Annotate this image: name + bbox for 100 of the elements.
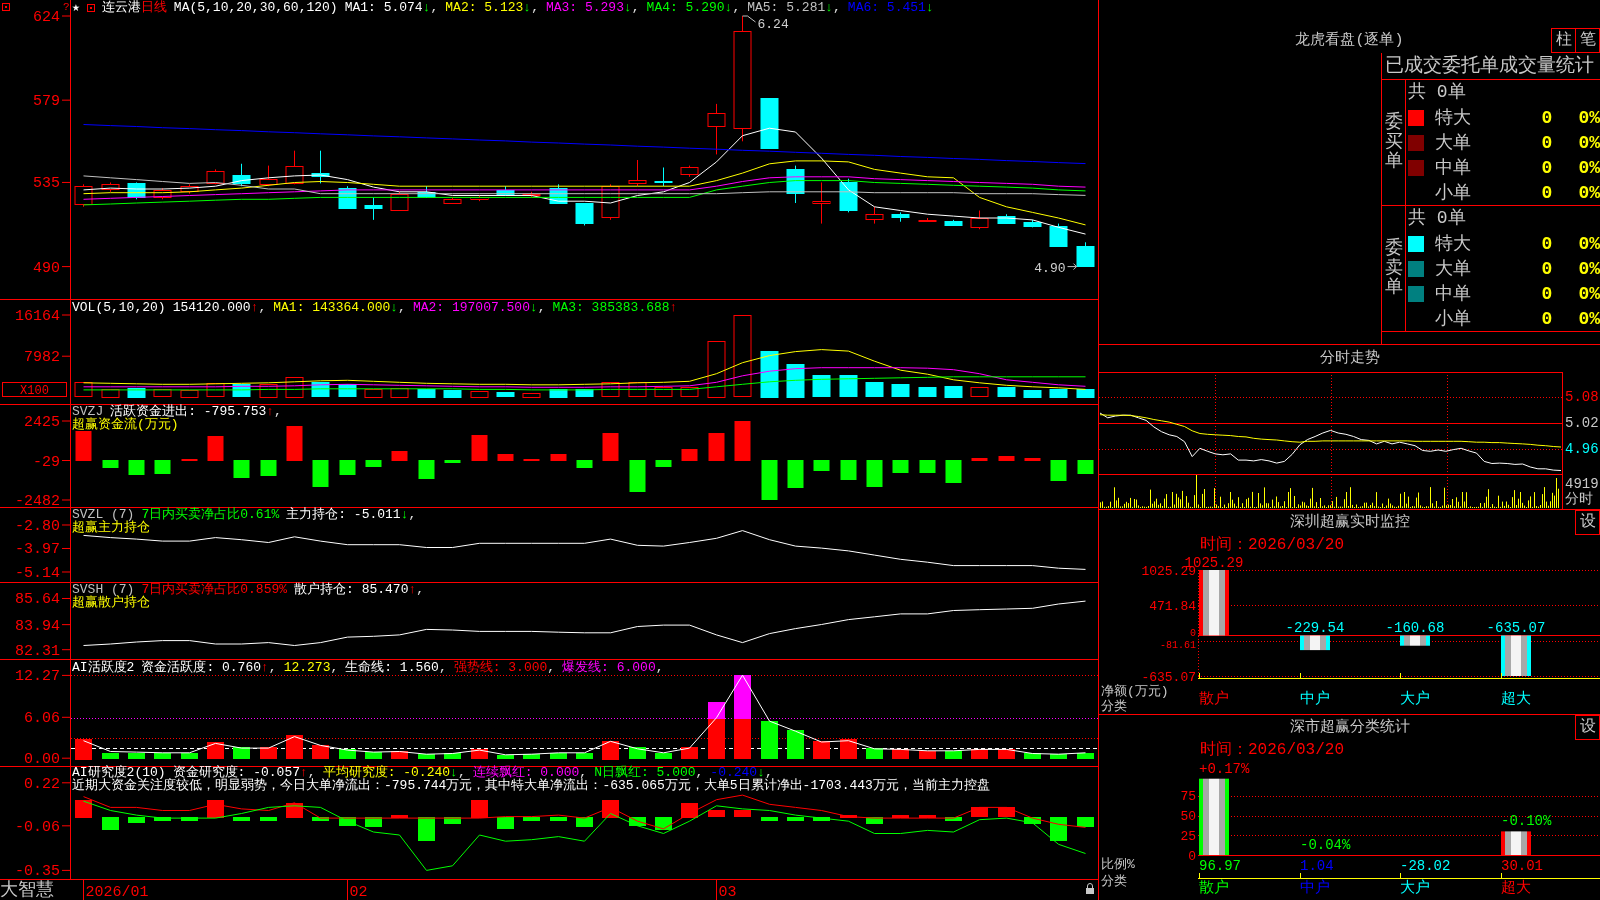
activity-bar: [945, 751, 962, 759]
y-tick-label: 50: [1180, 809, 1196, 825]
volume-bar: [1049, 389, 1068, 398]
candlestick: [891, 211, 910, 223]
order-count: 0: [1540, 181, 1554, 204]
y-tick-label: 5.02: [1565, 415, 1599, 431]
panel-title: 分时走势: [1319, 349, 1380, 368]
research-bar: [998, 807, 1015, 817]
legend-item: 生命线: 1.560,: [345, 660, 447, 676]
fund-flow-bar: [418, 460, 435, 479]
fund-flow-bar: [365, 460, 382, 467]
volume-bar: [496, 392, 515, 397]
candlestick: [470, 195, 489, 202]
fund-flow-bar: [444, 460, 461, 463]
view-button[interactable]: 柱: [1551, 28, 1576, 53]
volume-bar: [918, 387, 937, 397]
settings-button[interactable]: 设: [1575, 510, 1600, 535]
y-tick-label: 12.27: [15, 668, 60, 686]
low-price-callout: 4.90: [1034, 260, 1077, 276]
chart-bar: [1501, 635, 1531, 676]
y-tick-label: 6.06: [24, 710, 60, 728]
volume-bar: [443, 390, 462, 398]
legend-item: MA6: 5.451↓: [847, 0, 934, 16]
candlestick: [760, 97, 779, 150]
activity-bar: [1077, 753, 1094, 759]
order-percent: 0%: [1577, 181, 1600, 204]
fund-flow-bar: [497, 454, 514, 461]
value-label: -28.02: [1400, 858, 1451, 874]
fund-flow-bar: [1077, 460, 1094, 474]
settings-button[interactable]: 设: [1575, 715, 1600, 740]
legend-item: 资金活跃度: 0.760↑,: [141, 660, 277, 676]
order-count: 0: [1540, 307, 1554, 330]
date-label: 2026/01: [85, 884, 149, 900]
legend-item: AI活跃度2: [72, 660, 135, 676]
volume-bar: [470, 391, 489, 398]
change-label: +0.17%: [1199, 760, 1250, 777]
category-label: 大户: [1400, 881, 1430, 897]
candlestick: [153, 187, 172, 200]
legend-item: 12.273,: [283, 660, 339, 676]
activity-bar: [787, 730, 804, 759]
candlestick: [944, 219, 963, 226]
chart-bar: [1400, 635, 1430, 646]
candlestick: [918, 217, 937, 223]
volume-bar: [549, 389, 568, 398]
volume-bar: [601, 382, 620, 397]
candlestick: [101, 181, 120, 193]
order-size-label: 特大: [1435, 232, 1472, 255]
volume-bar: [970, 387, 989, 397]
research-bar: [576, 817, 593, 827]
order-size-label: 中单: [1435, 282, 1472, 305]
activity-bar: [892, 749, 909, 759]
volume-bar: [101, 389, 120, 398]
activity-bar: [75, 739, 92, 760]
legend-item: 活跃资金进出: -795.753↑,: [110, 405, 282, 418]
view-button[interactable]: 笔: [1576, 28, 1600, 53]
legend-item: 散户持仓: 85.470↑,: [294, 583, 425, 596]
fund-flow-bar: [312, 460, 329, 487]
order-size-label: 大单: [1435, 131, 1472, 154]
research-bar: [365, 817, 382, 827]
volume-bar: [628, 382, 647, 397]
activity-bar: [471, 749, 488, 759]
research-bar: [207, 800, 224, 818]
candlestick: [364, 196, 383, 221]
category-label: 中户: [1300, 881, 1330, 897]
activity-bar: [681, 747, 698, 759]
y-tick-label: 25: [1180, 828, 1196, 844]
volume-bar: [1076, 389, 1095, 398]
volume-bar: [285, 377, 304, 398]
research-bar: [154, 817, 171, 821]
candlestick: [311, 150, 330, 184]
fund-flow-bar: [576, 460, 593, 468]
fund-flow-bar: [1050, 460, 1067, 481]
y-tick-label: 535: [33, 175, 60, 193]
star-symbol: ★: [72, 0, 80, 16]
activity-bar: [813, 741, 830, 759]
fund-flow-bar: [154, 460, 171, 474]
activity-bar: [497, 755, 514, 759]
legend-item: SVSH (7): [72, 583, 135, 596]
indicator-subtitle: 超赢资金流(万元): [72, 417, 179, 432]
fund-flow-bar: [681, 449, 698, 461]
legend-item: MA1: 5.074↓,: [344, 0, 439, 16]
candlestick: [522, 191, 541, 198]
activity-bar: [260, 747, 277, 759]
volume-label: 4919: [1565, 477, 1599, 492]
category-label: 超大: [1501, 692, 1531, 708]
activity-bar: [602, 741, 619, 760]
y-tick-label: 471.84: [1149, 598, 1196, 614]
candlestick: [812, 181, 831, 225]
activity-bar: [655, 753, 672, 759]
order-size-label: 特大: [1435, 106, 1472, 129]
y-tick-label: 0.22: [24, 775, 60, 793]
candlestick: [575, 202, 594, 226]
legend-item: N日飘红: 5.000,: [594, 766, 704, 779]
legend-item: MA4: 5.290↓,: [646, 0, 741, 16]
volume-bar: [891, 384, 910, 397]
indicator-subtitle: 超赢主力持仓: [72, 520, 150, 535]
fund-flow-bar: [471, 435, 488, 461]
y-tick-label: 5.08: [1565, 388, 1599, 405]
volume-bar: [259, 384, 278, 398]
activity-bar: [233, 747, 250, 759]
